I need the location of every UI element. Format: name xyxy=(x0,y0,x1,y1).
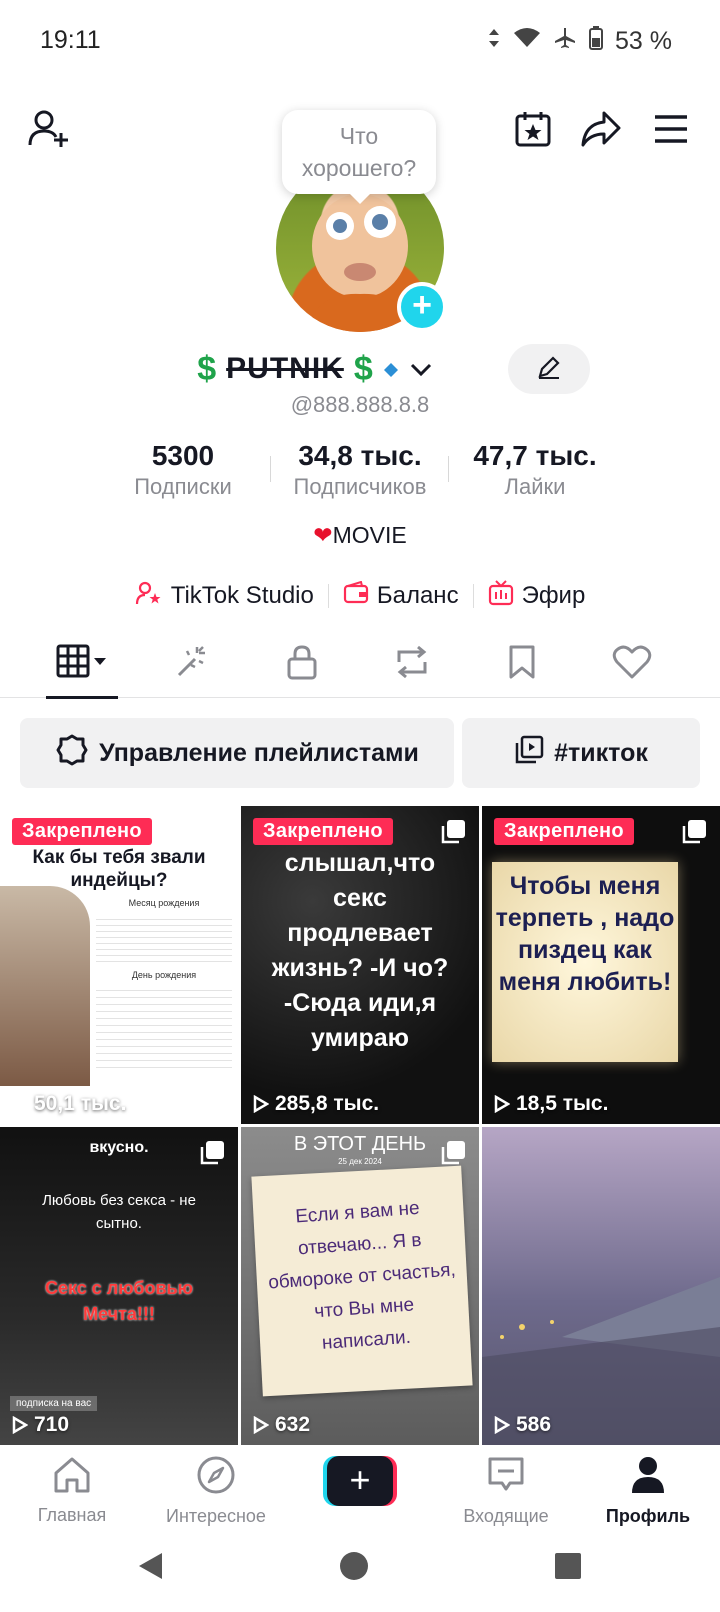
stat-followers[interactable]: 34,8 тыс. Подписчиков xyxy=(280,440,440,500)
chevron-down-icon[interactable] xyxy=(409,352,433,386)
tiktok-studio-link[interactable]: TikTok Studio xyxy=(121,580,328,613)
nav-profile[interactable]: Профиль xyxy=(578,1446,718,1536)
tab-private[interactable] xyxy=(252,630,352,698)
status-time: 19:11 xyxy=(40,26,101,54)
pencil-icon xyxy=(536,354,562,385)
recents-icon[interactable] xyxy=(548,1546,588,1586)
stat-followers-label: Подписчиков xyxy=(293,474,427,499)
video-thumbnail[interactable]: 586 xyxy=(482,1127,720,1445)
playlist-chips: Управление плейлистами #тикток xyxy=(0,718,720,788)
lock-icon xyxy=(286,644,318,685)
grid-icon xyxy=(56,644,108,685)
inbox-icon xyxy=(486,1455,526,1500)
view-count: 50,1 тыс. xyxy=(12,1092,126,1116)
profile-name[interactable]: $ PUTNIK $ xyxy=(0,345,720,393)
view-count: 586 xyxy=(494,1413,551,1437)
heart-outline-icon xyxy=(612,644,652,685)
view-count: 710 xyxy=(12,1413,69,1437)
multi-image-icon xyxy=(441,820,465,844)
portrait-image xyxy=(0,886,90,1086)
video-thumbnail[interactable]: вкусно. Любовь без секса - не сытно. Сек… xyxy=(0,1127,238,1445)
status-bubble[interactable]: Что хорошего? xyxy=(282,110,436,204)
tab-reposts[interactable] xyxy=(362,630,462,698)
pinned-badge: Закреплено xyxy=(253,818,393,845)
airplane-wing-image xyxy=(482,1277,720,1445)
calendar-star-icon[interactable] xyxy=(510,106,556,152)
dollar-sign-left: $ xyxy=(197,349,217,388)
display-name: PUTNIK xyxy=(226,352,344,385)
plus-icon: + xyxy=(327,1456,393,1506)
video-thumbnail[interactable]: Чтобы меня терпеть , надо пиздец как мен… xyxy=(482,806,720,1124)
nav-explore[interactable]: Интересное xyxy=(146,1446,286,1536)
add-story-button[interactable]: + xyxy=(397,282,447,332)
battery-percent: 53 % xyxy=(615,27,672,55)
battery-icon xyxy=(589,26,604,57)
heart-icon: ❤ xyxy=(313,522,333,548)
compass-icon xyxy=(196,1455,236,1500)
multi-image-icon xyxy=(441,1141,465,1165)
profile-stats: 5300 Подписки 34,8 тыс. Подписчиков 47,7… xyxy=(0,440,720,500)
status-bar: 19:11 53 % xyxy=(0,0,720,80)
stat-likes-value: 47,7 тыс. xyxy=(473,440,597,471)
nav-home[interactable]: Главная xyxy=(2,1446,142,1536)
video-thumbnail[interactable]: слышал,что секс продлевает жизнь? -И чо?… xyxy=(241,806,479,1124)
playlist-icon xyxy=(514,735,544,772)
tv-live-icon xyxy=(488,579,514,613)
add-friend-icon[interactable] xyxy=(26,106,72,152)
repost-icon xyxy=(393,644,431,685)
view-count: 632 xyxy=(253,1413,310,1437)
stat-followers-value: 34,8 тыс. xyxy=(298,440,422,471)
tab-videos[interactable] xyxy=(32,630,132,699)
username: @888.888.8.8 xyxy=(290,392,430,417)
diamond-icon xyxy=(383,352,399,386)
tab-effects[interactable] xyxy=(142,630,242,698)
tab-favorites[interactable] xyxy=(472,630,572,698)
share-icon[interactable] xyxy=(578,106,624,152)
airplane-icon xyxy=(553,26,577,57)
back-icon[interactable] xyxy=(130,1546,170,1586)
person-star-icon xyxy=(135,580,163,613)
video-grid: Как бы тебя звали индейцы? Месяц рождени… xyxy=(0,806,720,1446)
multi-image-icon xyxy=(682,820,706,844)
multi-image-icon xyxy=(200,820,224,844)
wifi-icon xyxy=(513,27,541,56)
bio-text: MOVIE xyxy=(332,522,407,548)
dollar-sign-right: $ xyxy=(353,349,373,388)
manage-playlists-button[interactable]: Управление плейлистами xyxy=(20,718,454,788)
edit-profile-button[interactable] xyxy=(508,344,590,394)
content-tabs xyxy=(0,630,720,699)
stat-likes[interactable]: 47,7 тыс. Лайки xyxy=(460,440,610,500)
home-circle-icon[interactable] xyxy=(334,1546,374,1586)
menu-icon[interactable] xyxy=(648,106,694,152)
pinned-badge: Закреплено xyxy=(494,818,634,845)
stat-following[interactable]: 5300 Подписки xyxy=(118,440,248,500)
video-thumbnail[interactable]: В ЭТОТ ДЕНЬ 25 дек 2024 Если я вам не от… xyxy=(241,1127,479,1445)
view-count: 285,8 тыс. xyxy=(253,1092,379,1116)
wallet-icon xyxy=(343,580,369,612)
profile-icon xyxy=(630,1455,666,1500)
multi-image-icon xyxy=(200,1141,224,1165)
home-icon xyxy=(52,1456,92,1499)
gear-icon xyxy=(55,733,89,774)
stat-following-value: 5300 xyxy=(151,440,215,471)
create-button[interactable]: + xyxy=(323,1456,397,1506)
live-link[interactable]: Эфир xyxy=(474,579,600,613)
nav-inbox[interactable]: Входящие xyxy=(436,1446,576,1536)
bottom-navigation: Главная Интересное + Входящие Профиль xyxy=(0,1446,720,1536)
signal-icon xyxy=(487,27,501,56)
stat-likes-label: Лайки xyxy=(504,474,566,499)
bookmark-icon xyxy=(507,644,537,685)
view-count: 18,5 тыс. xyxy=(494,1092,608,1116)
magic-wand-icon xyxy=(173,643,211,686)
playlist-tag-chip[interactable]: #тикток xyxy=(462,718,700,788)
pinned-badge: Закреплено xyxy=(12,818,152,845)
video-thumbnail[interactable]: Как бы тебя звали индейцы? Месяц рождени… xyxy=(0,806,238,1124)
bio: ❤MOVIE xyxy=(0,522,720,549)
tab-liked[interactable] xyxy=(582,630,682,698)
profile-links: TikTok Studio Баланс Эфир xyxy=(0,576,720,616)
stat-following-label: Подписки xyxy=(134,474,232,499)
system-navigation xyxy=(0,1536,720,1612)
balance-link[interactable]: Баланс xyxy=(329,580,473,612)
